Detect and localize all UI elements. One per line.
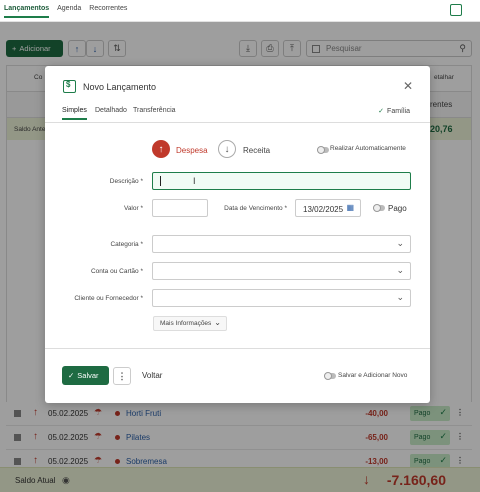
valor-label: Valor *: [123, 205, 143, 212]
mais-informacoes-button[interactable]: Mais Informações ⌄: [153, 316, 227, 331]
categoria-label: Categoria *: [110, 241, 143, 248]
check-icon: ✓: [68, 371, 75, 380]
top-bar: Lançamentos Agenda Recorrentes: [0, 0, 480, 22]
tab-simples[interactable]: Simples: [62, 107, 87, 120]
descricao-input[interactable]: I: [152, 172, 411, 190]
text-cursor-icon: I: [193, 176, 196, 186]
more-options-button[interactable]: ⋮: [113, 367, 131, 385]
check-icon: ✓: [378, 108, 385, 115]
chevron-down-icon: ⌄: [396, 265, 404, 275]
tab-recorrentes[interactable]: Recorrentes: [89, 5, 127, 18]
receita-button[interactable]: ↓: [218, 140, 236, 158]
salvar-novo-toggle[interactable]: [324, 372, 336, 380]
mais-label: Mais Informações: [160, 320, 212, 327]
kebab-icon: ⋮: [117, 370, 127, 381]
arrow-up-icon: ↑: [158, 143, 164, 155]
top-tabs: Lançamentos Agenda Recorrentes: [4, 5, 127, 18]
new-entry-modal: Novo Lançamento ✕ Simples Detalhado Tran…: [45, 66, 430, 403]
divider: [45, 348, 430, 349]
tab-lancamentos[interactable]: Lançamentos: [4, 5, 50, 18]
auto-toggle[interactable]: [317, 146, 329, 154]
salvar-novo-label: Salvar e Adicionar Novo: [338, 372, 408, 379]
despesa-label[interactable]: Despesa: [176, 146, 208, 155]
pago-toggle[interactable]: [373, 204, 385, 212]
valor-input[interactable]: [152, 199, 208, 217]
modal-tabs: Simples Detalhado Transferência ✓ Família: [45, 101, 430, 123]
familia-label: Família: [387, 108, 410, 115]
tab-detalhado[interactable]: Detalhado: [95, 107, 127, 118]
cliente-select[interactable]: ⌄: [152, 289, 411, 307]
arrow-down-icon: ↓: [224, 143, 230, 155]
back-button[interactable]: Voltar: [142, 371, 162, 380]
tab-agenda[interactable]: Agenda: [57, 5, 81, 18]
text-caret: [160, 176, 161, 186]
vencimento-label: Data de Vencimento *: [224, 205, 287, 212]
pago-label: Pago: [388, 204, 407, 213]
familia-toggle[interactable]: ✓ Família: [378, 107, 410, 115]
vencimento-input[interactable]: 13/02/2025 ▦: [295, 199, 361, 217]
money-icon: [63, 80, 76, 93]
despesa-button[interactable]: ↑: [152, 140, 170, 158]
conta-label: Conta ou Cartão *: [90, 268, 143, 275]
auto-label: Realizar Automaticamente: [330, 145, 406, 152]
save-label: Salvar: [77, 371, 99, 380]
modal-title: Novo Lançamento: [83, 82, 157, 92]
chevron-down-icon: ⌄: [396, 292, 404, 302]
vencimento-value: 13/02/2025: [303, 205, 344, 214]
save-button[interactable]: ✓ Salvar: [62, 366, 109, 385]
close-icon[interactable]: ✕: [403, 79, 413, 93]
qr-icon[interactable]: [450, 4, 462, 16]
chevron-down-icon: ⌄: [396, 238, 404, 248]
tab-transferencia[interactable]: Transferência: [133, 107, 176, 118]
categoria-select[interactable]: ⌄: [152, 235, 411, 253]
calendar-icon[interactable]: ▦: [346, 203, 354, 212]
cliente-label: Cliente ou Fornecedor *: [74, 295, 143, 302]
conta-select[interactable]: ⌄: [152, 262, 411, 280]
chevron-down-icon: ⌄: [214, 318, 221, 327]
receita-label[interactable]: Receita: [243, 146, 270, 155]
descricao-label: Descrição *: [109, 178, 143, 185]
